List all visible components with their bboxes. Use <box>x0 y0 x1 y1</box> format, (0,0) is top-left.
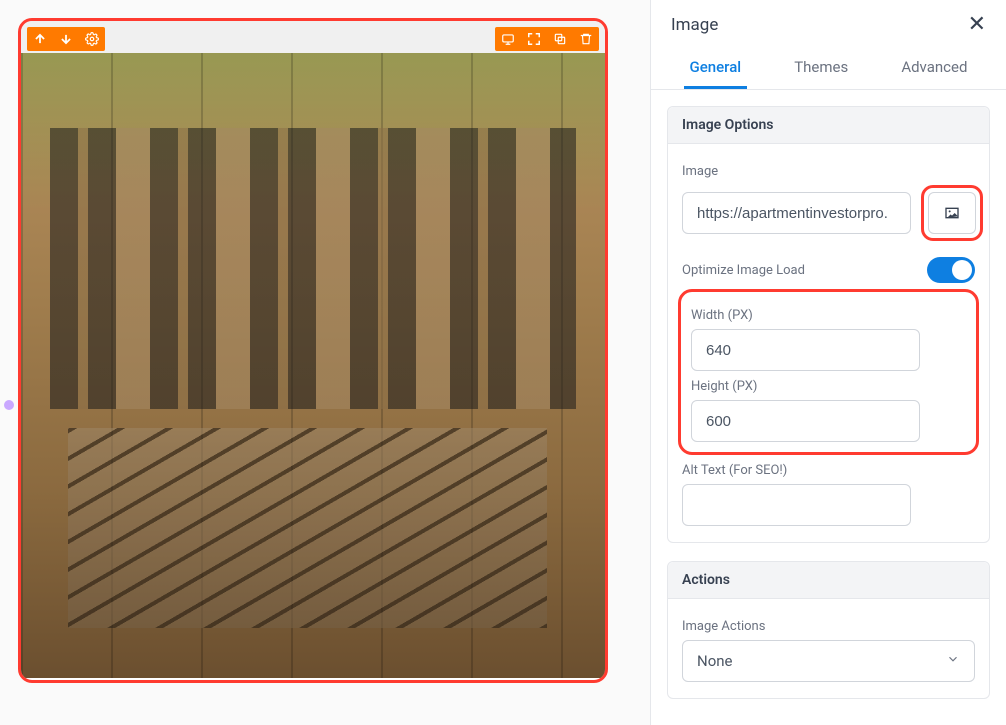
tab-themes[interactable]: Themes <box>788 46 854 89</box>
insertion-handle[interactable] <box>4 400 14 410</box>
move-down-button[interactable] <box>53 27 79 51</box>
alt-label: Alt Text (For SEO!) <box>682 463 975 478</box>
width-input[interactable] <box>691 329 920 371</box>
section-heading: Image Options <box>668 107 989 144</box>
tab-advanced[interactable]: Advanced <box>895 46 973 89</box>
actions-section: Actions Image Actions None <box>667 561 990 699</box>
width-label: Width (PX) <box>691 308 966 323</box>
properties-panel: Image ✕ General Themes Advanced Image Op… <box>650 0 1006 725</box>
visibility-button[interactable] <box>495 27 521 51</box>
move-up-button[interactable] <box>27 27 53 51</box>
chevron-down-icon <box>946 652 960 670</box>
expand-button[interactable] <box>521 27 547 51</box>
image-preview[interactable] <box>21 53 605 678</box>
optimize-label: Optimize Image Load <box>682 263 805 278</box>
image-icon <box>942 205 962 221</box>
height-label: Height (PX) <box>691 379 966 394</box>
delete-button[interactable] <box>573 27 599 51</box>
canvas-area[interactable] <box>0 0 650 725</box>
duplicate-button[interactable] <box>547 27 573 51</box>
optimize-toggle[interactable] <box>927 257 975 283</box>
toolbar-left-group <box>27 27 105 51</box>
block-toolbar <box>21 21 605 53</box>
toolbar-right-group <box>495 27 599 51</box>
dimensions-highlight: Width (PX) Height (PX) <box>678 289 979 455</box>
height-input[interactable] <box>691 400 920 442</box>
panel-title: Image <box>671 15 718 35</box>
settings-button[interactable] <box>79 27 105 51</box>
image-actions-value: None <box>697 652 733 670</box>
image-picker-highlight <box>921 185 983 241</box>
panel-body: Image Options Image Optimize Image Load <box>651 90 1006 725</box>
image-options-section: Image Options Image Optimize Image Load <box>667 106 990 543</box>
panel-header: Image ✕ <box>651 0 1006 46</box>
panel-tabs: General Themes Advanced <box>651 46 1006 90</box>
selected-image-block[interactable] <box>18 18 608 683</box>
image-actions-label: Image Actions <box>682 619 975 634</box>
image-url-input[interactable] <box>682 192 911 234</box>
image-actions-select[interactable]: None <box>682 640 975 682</box>
close-icon[interactable]: ✕ <box>968 14 986 36</box>
alt-text-input[interactable] <box>682 484 911 526</box>
tab-general[interactable]: General <box>684 46 748 89</box>
image-label: Image <box>682 164 975 179</box>
image-picker-button[interactable] <box>928 192 976 234</box>
section-heading: Actions <box>668 562 989 599</box>
